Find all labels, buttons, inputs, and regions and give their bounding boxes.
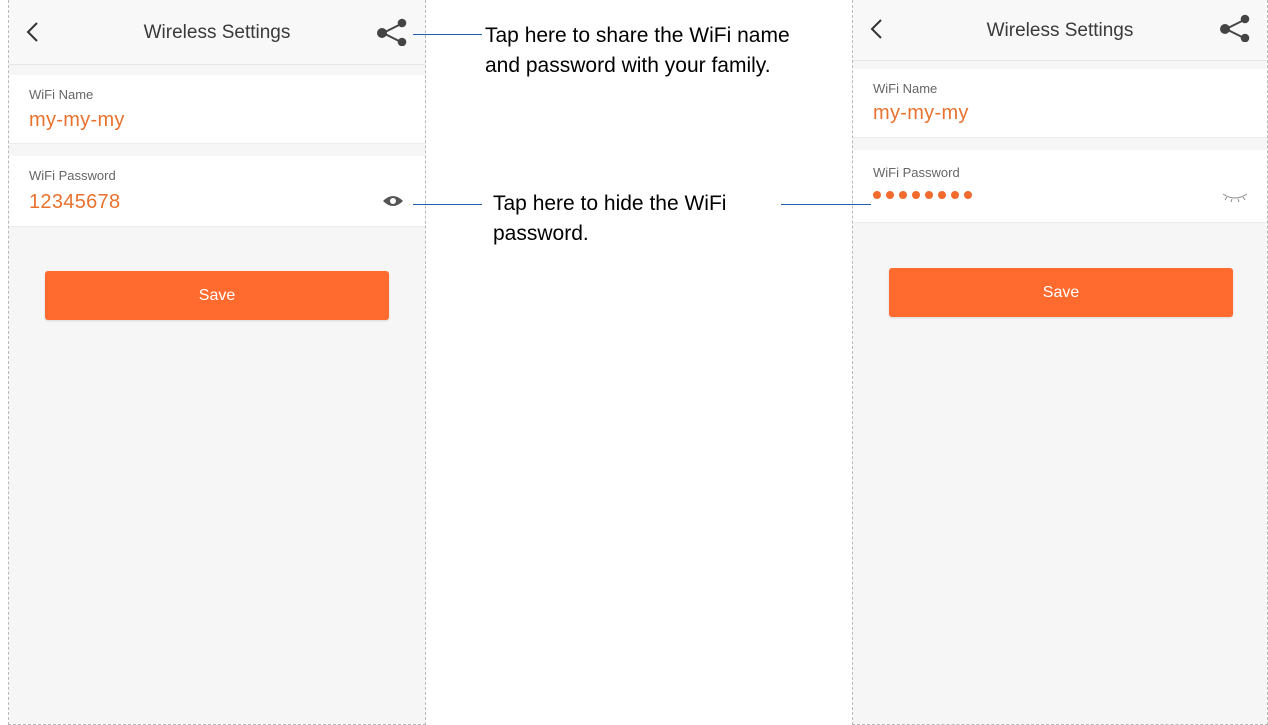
share-callout-line xyxy=(413,34,482,35)
phone-screen-password-hidden: Wireless Settings WiFi Name my-my-my WiF… xyxy=(852,0,1268,725)
wifi-password-label: WiFi Password xyxy=(29,168,116,183)
share-icon[interactable] xyxy=(1219,14,1253,42)
password-mask-dot xyxy=(964,191,972,199)
hide-password-annotation: Tap here to hide the WiFi password. xyxy=(493,192,727,245)
wifi-name-row[interactable]: WiFi Name my-my-my xyxy=(853,69,1267,138)
page-title: Wireless Settings xyxy=(986,20,1134,41)
password-mask-dot xyxy=(938,191,946,199)
wifi-name-label: WiFi Name xyxy=(873,81,938,96)
wifi-password-value[interactable]: 12345678 xyxy=(29,191,120,214)
eye-closed-icon[interactable] xyxy=(1221,190,1249,202)
section-gap xyxy=(9,144,425,156)
share-icon[interactable] xyxy=(376,18,410,46)
chevron-left-icon[interactable] xyxy=(866,18,888,40)
password-mask-dot xyxy=(899,191,907,199)
wifi-name-label: WiFi Name xyxy=(29,87,94,102)
chevron-left-icon[interactable] xyxy=(22,21,44,43)
save-button[interactable]: Save xyxy=(45,271,389,320)
eye-callout-line xyxy=(413,204,482,205)
section-gap xyxy=(853,61,1267,69)
wifi-name-value[interactable]: my-my-my xyxy=(29,109,125,132)
section-gap xyxy=(9,65,425,75)
password-mask-dot xyxy=(886,191,894,199)
page-title: Wireless Settings xyxy=(143,22,291,43)
password-mask-dot xyxy=(951,191,959,199)
eye-icon[interactable] xyxy=(382,194,404,208)
phone-screen-password-visible: Wireless Settings WiFi Name my-my-my WiF… xyxy=(8,0,426,725)
wifi-name-value[interactable]: my-my-my xyxy=(873,102,969,125)
section-gap xyxy=(853,138,1267,150)
wifi-password-row[interactable]: WiFi Password 12345678 xyxy=(9,156,425,227)
navigation-bar: Wireless Settings xyxy=(853,0,1267,61)
password-mask-dot xyxy=(925,191,933,199)
password-mask-dot xyxy=(912,191,920,199)
wifi-name-row[interactable]: WiFi Name my-my-my xyxy=(9,75,425,144)
share-annotation: Tap here to share the WiFi name and pass… xyxy=(485,24,790,77)
wifi-password-row[interactable]: WiFi Password xyxy=(853,150,1267,223)
save-button[interactable]: Save xyxy=(889,268,1233,317)
navigation-bar: Wireless Settings xyxy=(9,0,425,65)
wifi-password-label: WiFi Password xyxy=(873,165,960,180)
password-mask-dot xyxy=(873,191,881,199)
wifi-password-masked-value[interactable] xyxy=(873,191,972,199)
eye-closed-callout-line xyxy=(781,204,871,205)
